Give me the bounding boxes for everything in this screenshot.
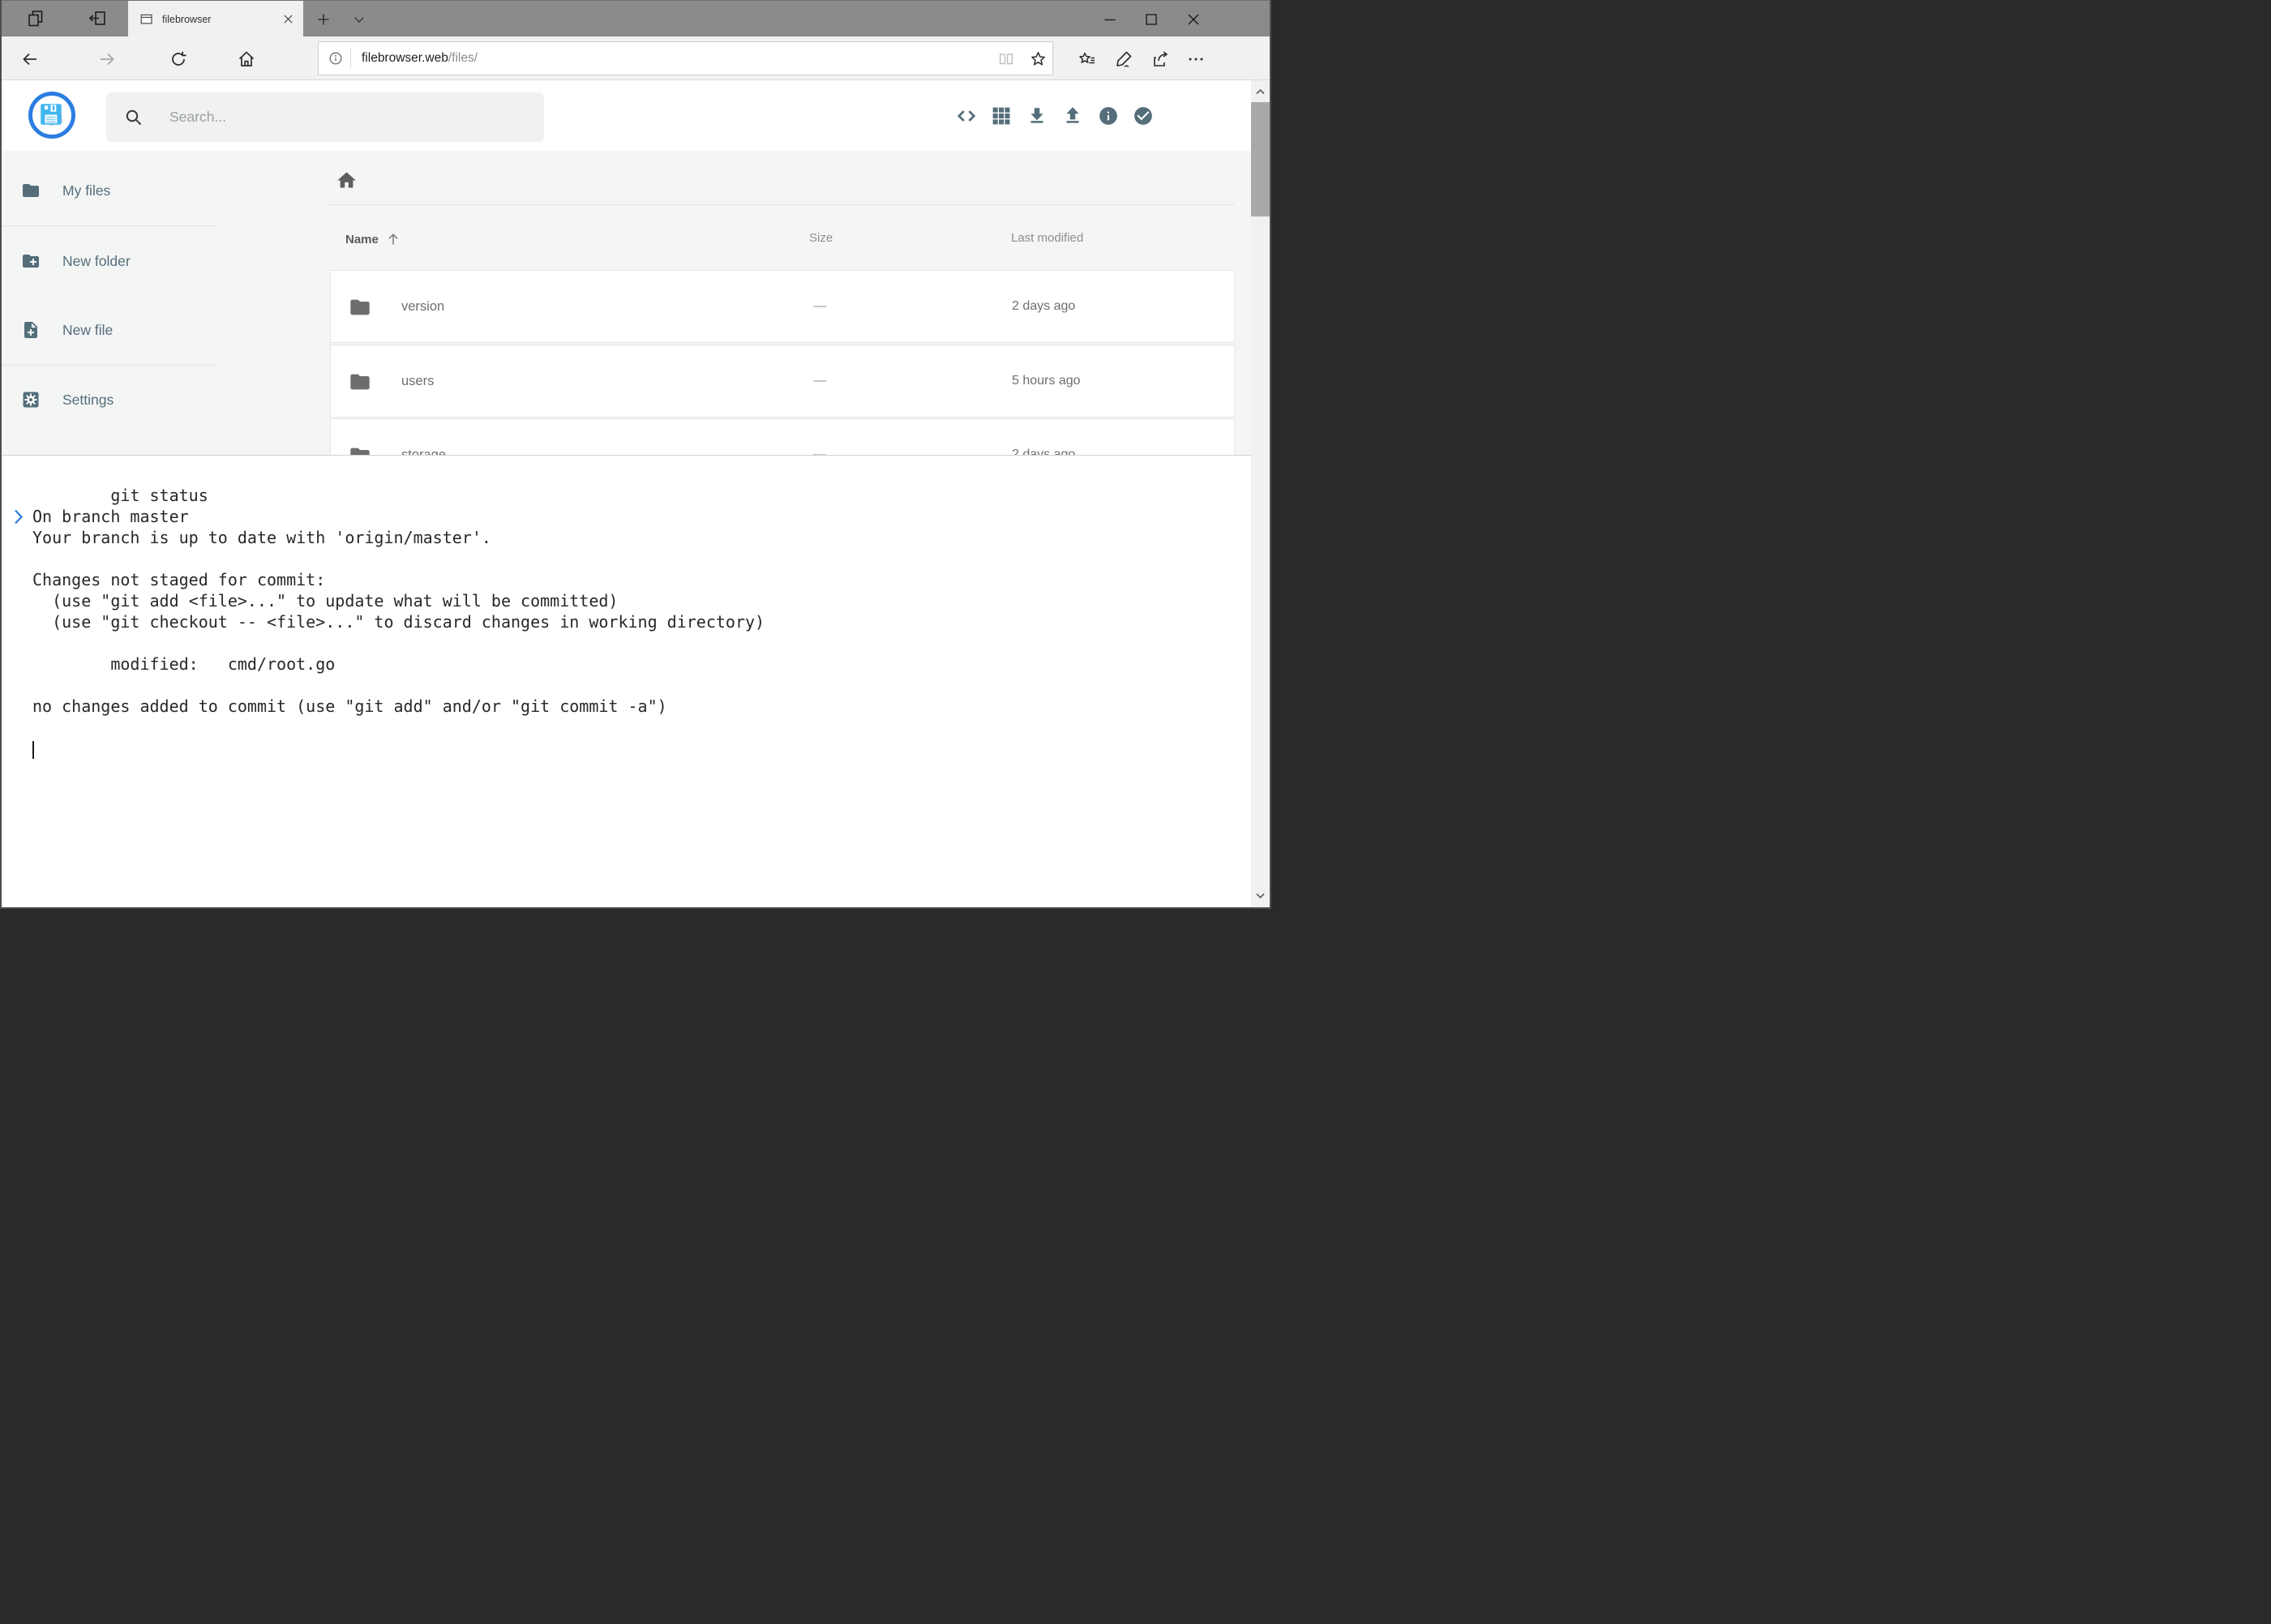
select-check-icon[interactable]	[1133, 105, 1154, 126]
sidebar-divider	[2, 365, 219, 366]
terminal-line	[32, 675, 1251, 696]
terminal-cursor-line	[32, 738, 1251, 759]
home-icon[interactable]	[237, 49, 256, 69]
sidebar-item-my-files[interactable]: My files	[21, 173, 110, 208]
scroll-down-icon[interactable]	[1253, 889, 1267, 902]
terminal-line: Your branch is up to date with 'origin/m…	[32, 527, 1251, 548]
terminal-command: git status	[110, 486, 208, 505]
file-row-users[interactable]: users — 5 hours ago	[330, 345, 1235, 418]
sort-ascending-icon	[385, 231, 401, 247]
folder-plus-icon	[21, 251, 41, 271]
page-icon	[139, 12, 154, 27]
row-modified: 2 days ago	[1012, 271, 1075, 342]
tab-bar: filebrowser	[2, 0, 1270, 36]
column-header-size[interactable]: Size	[809, 231, 833, 245]
search-input[interactable]	[168, 92, 525, 142]
terminal-line	[32, 632, 1251, 653]
terminal-line: (use "git checkout -- <file>..." to disc…	[32, 611, 1251, 632]
terminal-command-line: git status	[32, 464, 1251, 485]
prompt-chevron-icon	[13, 466, 110, 568]
folder-icon	[349, 371, 371, 393]
column-label: Name	[345, 233, 379, 246]
column-label: Last modified	[1011, 231, 1083, 245]
row-name: users	[401, 345, 434, 417]
address-bar[interactable]: filebrowser.web/files/	[318, 41, 1053, 75]
share-icon[interactable]	[1150, 49, 1170, 69]
file-plus-icon	[21, 320, 41, 340]
more-options-icon[interactable]	[1186, 49, 1206, 69]
back-icon[interactable]	[20, 49, 40, 69]
sidebar-item-label: New file	[62, 322, 113, 339]
page-scrollbar[interactable]	[1251, 80, 1270, 907]
text-cursor	[32, 741, 34, 759]
terminal-line	[32, 485, 1251, 506]
info-icon[interactable]	[1098, 105, 1119, 126]
tab-preview-icon[interactable]	[27, 9, 46, 28]
grid-view-icon[interactable]	[991, 105, 1012, 126]
tab-close-icon[interactable]	[281, 12, 295, 26]
row-size: —	[813, 345, 826, 417]
new-tab-button[interactable]	[311, 1, 336, 37]
terminal-panel[interactable]: git status On branch master Your branch …	[2, 455, 1251, 907]
tab-list-chevron-icon[interactable]	[347, 1, 371, 37]
url-path: /files/	[448, 51, 478, 65]
terminal-line: (use "git add <file>..." to update what …	[32, 590, 1251, 611]
terminal-line	[32, 548, 1251, 569]
terminal-line: modified: cmd/root.go	[32, 653, 1251, 675]
column-header-name[interactable]: Name	[345, 231, 401, 247]
folder-icon	[349, 296, 371, 319]
sidebar-item-label: Settings	[62, 392, 114, 409]
sidebar-item-label: New folder	[62, 253, 131, 270]
refresh-icon[interactable]	[169, 49, 188, 69]
reading-view-icon[interactable]	[997, 50, 1015, 68]
column-label: Size	[809, 231, 833, 245]
search-bar[interactable]	[106, 92, 544, 142]
address-separator	[350, 49, 351, 68]
sidebar-item-settings[interactable]: Settings	[21, 382, 114, 418]
terminal-line: Changes not staged for commit:	[32, 569, 1251, 590]
terminal-line	[32, 717, 1251, 738]
upload-icon[interactable]	[1062, 105, 1083, 126]
breadcrumb-home-icon[interactable]	[336, 169, 358, 191]
floppy-disk-icon	[38, 101, 66, 129]
column-header-last-modified[interactable]: Last modified	[1011, 231, 1083, 245]
breadcrumb-divider	[330, 204, 1235, 205]
terminal-line: no changes added to commit (use "git add…	[32, 696, 1251, 717]
code-view-icon[interactable]	[956, 105, 977, 126]
folder-icon	[21, 181, 41, 200]
page-viewport: My files New folder New file	[2, 80, 1270, 907]
filebrowser-logo[interactable]	[28, 92, 75, 139]
file-row-version[interactable]: version — 2 days ago	[330, 270, 1235, 343]
sidebar-item-new-folder[interactable]: New folder	[21, 243, 131, 279]
row-modified: 5 hours ago	[1012, 345, 1081, 417]
browser-tab[interactable]: filebrowser	[128, 1, 303, 37]
tab-title: filebrowser	[162, 14, 281, 25]
browser-toolbar: filebrowser.web/files/	[2, 36, 1270, 80]
forward-icon[interactable]	[97, 49, 117, 69]
gear-icon	[21, 390, 41, 409]
sidebar-item-new-file[interactable]: New file	[21, 312, 113, 348]
minimize-button[interactable]	[1092, 1, 1128, 37]
download-icon[interactable]	[1026, 105, 1048, 126]
hub-favorites-icon[interactable]	[1078, 49, 1097, 69]
set-tabs-aside-icon[interactable]	[88, 9, 107, 28]
url-text: filebrowser.web/files/	[362, 51, 478, 66]
app-header	[2, 80, 1251, 151]
terminal-line: On branch master	[32, 506, 1251, 527]
close-button[interactable]	[1176, 1, 1211, 37]
browser-window: filebrowser	[0, 0, 1271, 909]
scroll-up-icon[interactable]	[1253, 85, 1267, 99]
row-name: version	[401, 271, 444, 342]
sidebar-divider	[2, 225, 219, 226]
web-note-pen-icon[interactable]	[1114, 49, 1133, 69]
maximize-button[interactable]	[1133, 1, 1169, 37]
url-domain: filebrowser.web	[362, 51, 448, 65]
favorite-star-icon[interactable]	[1029, 49, 1048, 68]
search-icon	[124, 108, 144, 127]
scrollbar-thumb[interactable]	[1251, 102, 1270, 216]
row-size: —	[813, 271, 826, 342]
sidebar-item-label: My files	[62, 182, 110, 199]
site-info-icon[interactable]	[328, 50, 344, 66]
